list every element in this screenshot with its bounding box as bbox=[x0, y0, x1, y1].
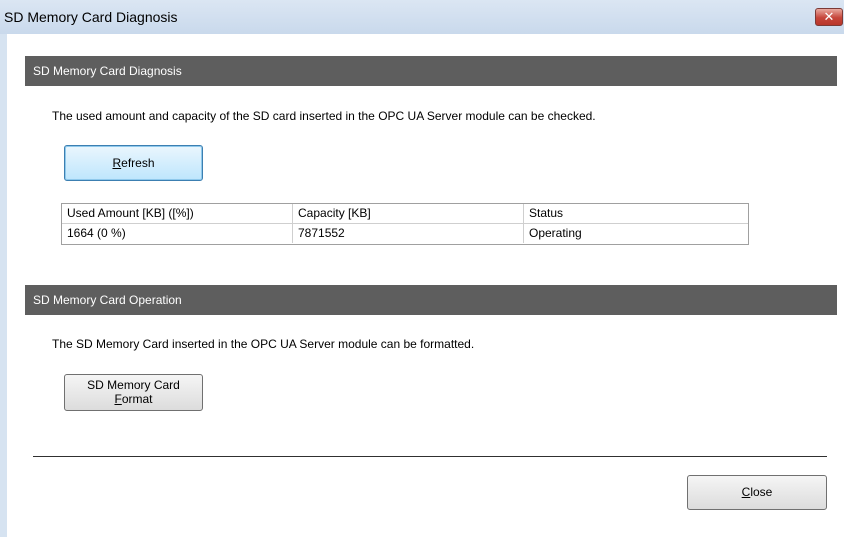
cell-capacity: 7871552 bbox=[292, 224, 523, 243]
refresh-label: efresh bbox=[121, 156, 155, 170]
sd-card-table: Used Amount [KB] ([%]) Capacity [KB] Sta… bbox=[61, 203, 749, 245]
format-sd-card-button[interactable]: SD Memory Card Format bbox=[64, 374, 203, 411]
diagnosis-description: The used amount and capacity of the SD c… bbox=[52, 109, 596, 123]
column-header-status: Status bbox=[523, 204, 748, 223]
operation-description: The SD Memory Card inserted in the OPC U… bbox=[52, 337, 475, 351]
diagnosis-section-header: SD Memory Card Diagnosis bbox=[25, 56, 837, 86]
format-button-line2: Format bbox=[65, 392, 202, 406]
operation-section-header: SD Memory Card Operation bbox=[25, 285, 837, 315]
table-row[interactable]: 1664 (0 %) 7871552 Operating bbox=[62, 224, 748, 243]
close-button[interactable]: Close bbox=[687, 475, 827, 510]
cell-status: Operating bbox=[523, 224, 748, 243]
format-mnemonic: F bbox=[114, 392, 122, 406]
footer-divider bbox=[33, 456, 827, 457]
column-header-used-amount: Used Amount [KB] ([%]) bbox=[67, 206, 194, 220]
dialog-window: SD Memory Card Diagnosis ✕ SD Memory Car… bbox=[0, 0, 844, 537]
refresh-button[interactable]: Refresh bbox=[64, 145, 203, 181]
window-title: SD Memory Card Diagnosis bbox=[4, 9, 178, 25]
refresh-mnemonic: R bbox=[112, 156, 122, 170]
title-bar[interactable]: SD Memory Card Diagnosis ✕ bbox=[0, 0, 844, 34]
column-header-capacity: Capacity [KB] bbox=[292, 204, 523, 223]
format-label: ormat bbox=[121, 392, 153, 406]
close-icon: ✕ bbox=[823, 9, 835, 24]
format-button-line1: SD Memory Card bbox=[87, 378, 180, 392]
dialog-client-area: SD Memory Card Diagnosis The used amount… bbox=[7, 34, 844, 537]
cell-used-amount: 1664 (0 %) bbox=[67, 226, 126, 240]
close-label: lose bbox=[750, 485, 773, 499]
window-close-button[interactable]: ✕ bbox=[815, 8, 843, 26]
table-header-row: Used Amount [KB] ([%]) Capacity [KB] Sta… bbox=[62, 204, 748, 224]
